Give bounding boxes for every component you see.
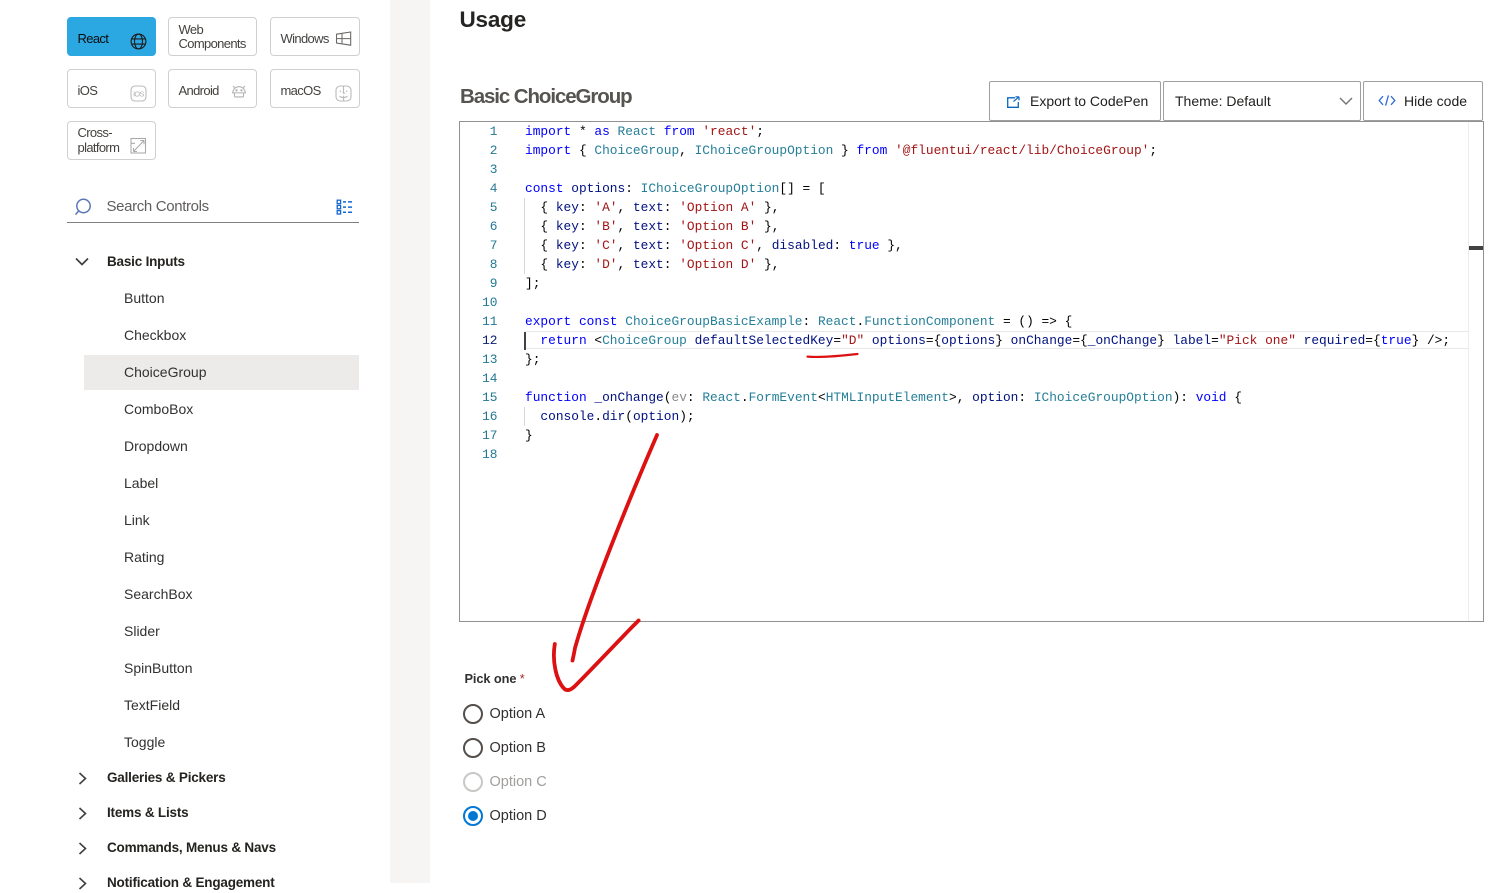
svg-text:iOS: iOS: [133, 89, 144, 98]
